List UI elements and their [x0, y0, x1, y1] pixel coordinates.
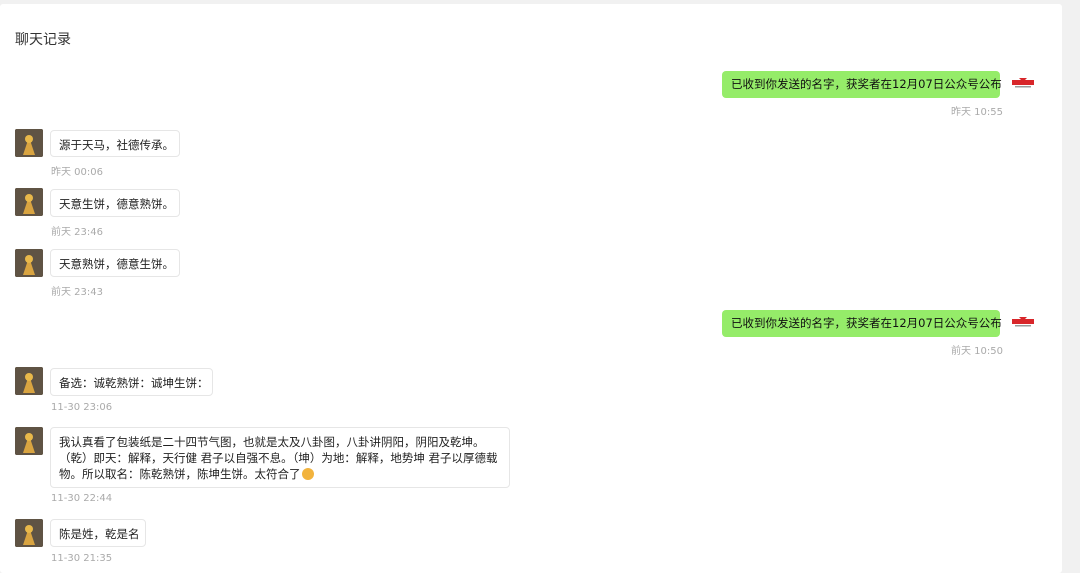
message-time: 昨天 00:06 — [51, 167, 103, 178]
message-time: 昨天 10:55 — [951, 107, 1003, 118]
user-avatar[interactable] — [15, 367, 43, 395]
message-bubble[interactable]: 陈是姓，乾是名 — [50, 519, 146, 547]
message-bubble[interactable]: 已收到你发送的名字，获奖者在12月07日公众号公布 — [722, 71, 1002, 98]
message-bubble[interactable]: 源于天马，社德传承。 — [50, 130, 180, 157]
message-time: 前天 23:46 — [51, 227, 103, 238]
user-avatar[interactable] — [15, 519, 43, 547]
message-time: 11-30 22:44 — [51, 493, 113, 504]
user-avatar[interactable] — [15, 188, 43, 216]
message-bubble[interactable]: 我认真看了包装纸是二十四节气图，也就是太及八卦图，八卦讲阴阳，阴阳及乾坤。 （乾… — [50, 427, 510, 488]
message-time: 11-30 23:06 — [51, 402, 113, 413]
brand-logo-icon[interactable] — [1009, 71, 1037, 99]
message-time: 11-30 21:35 — [51, 553, 113, 564]
message-bubble[interactable]: 已收到你发送的名字，获奖者在12月07日公众号公布 — [722, 310, 1002, 337]
message-line: 我认真看了包装纸是二十四节气图，也就是太及八卦图，八卦讲阴阳，阴阳及乾坤。 — [59, 435, 485, 449]
user-avatar[interactable] — [15, 249, 43, 277]
brand-logo-icon[interactable] — [1009, 310, 1037, 338]
grin-emoji-icon — [301, 468, 314, 480]
message-line: 物。所以取名：陈乾熟饼，陈坤生饼。太符合了 — [59, 467, 301, 481]
message-line-last: 物。所以取名：陈乾熟饼，陈坤生饼。太符合了 — [59, 466, 501, 482]
user-avatar[interactable] — [15, 129, 43, 157]
user-avatar[interactable] — [15, 427, 43, 455]
message-line: （乾）即天：解释，天行健 君子以自强不息。（坤）为地：解释，地势坤 君子以厚德载 — [59, 451, 498, 465]
message-time: 前天 10:50 — [951, 346, 1003, 357]
page-title: 聊天记录 — [15, 32, 71, 48]
message-bubble[interactable]: 天意熟饼，德意生饼。 — [50, 249, 180, 277]
message-bubble[interactable]: 天意生饼，德意熟饼。 — [50, 189, 180, 217]
message-bubble[interactable]: 备选：诚乾熟饼：诚坤生饼： — [50, 368, 213, 396]
message-time: 前天 23:43 — [51, 287, 103, 298]
